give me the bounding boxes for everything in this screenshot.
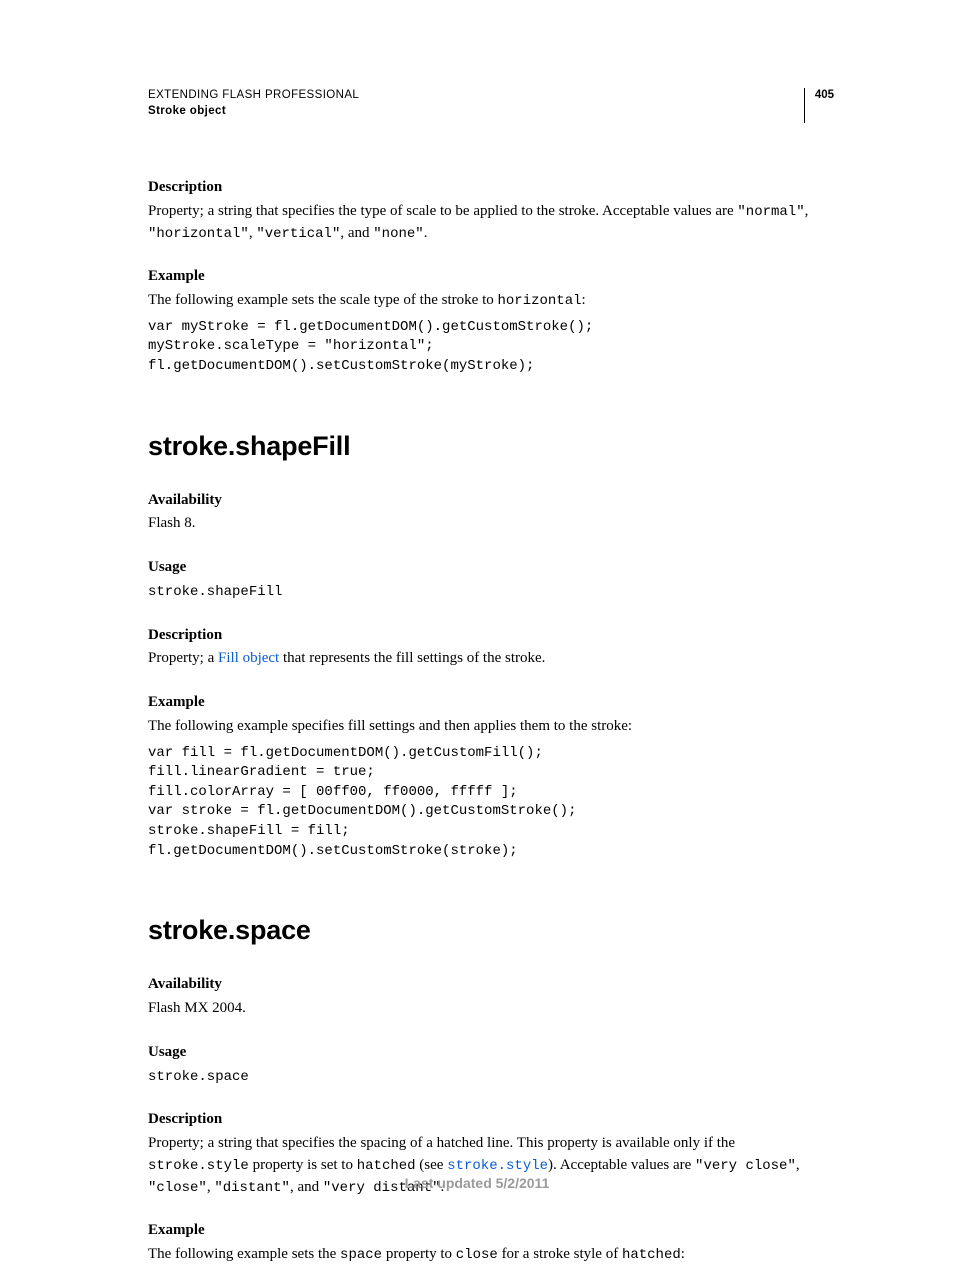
- code-inline: space: [340, 1247, 382, 1263]
- code-inline: hatched: [622, 1247, 681, 1263]
- footer-last-updated: Last updated 5/2/2011: [0, 1175, 954, 1191]
- content: Description Property; a string that spec…: [148, 177, 834, 1266]
- text: (see: [416, 1157, 448, 1173]
- text: The following example sets the scale typ…: [148, 292, 497, 308]
- code-inline: stroke.style: [148, 1158, 249, 1174]
- text: Property; a: [148, 650, 218, 666]
- value-horizontal: "horizontal": [148, 226, 249, 242]
- page-number: 405: [804, 88, 834, 123]
- page: EXTENDING FLASH PROFESSIONAL Stroke obje…: [0, 0, 954, 1235]
- example-heading: Example: [148, 692, 834, 714]
- usage-heading: Usage: [148, 557, 834, 579]
- availability-text: Flash 8.: [148, 513, 834, 535]
- availability-heading: Availability: [148, 490, 834, 512]
- text: Property; a string that specifies the sp…: [148, 1135, 735, 1151]
- code-inline: hatched: [357, 1158, 416, 1174]
- link-fill-object[interactable]: Fill object: [218, 650, 279, 666]
- text: ,: [805, 203, 809, 219]
- example-heading: Example: [148, 266, 834, 288]
- usage-heading: Usage: [148, 1042, 834, 1064]
- description-heading: Description: [148, 177, 834, 199]
- value-normal: "normal": [737, 204, 804, 220]
- text: :: [681, 1246, 685, 1262]
- value-none: "none": [373, 226, 423, 242]
- usage-code: stroke.shapeFill: [148, 584, 282, 600]
- text: , and: [340, 225, 373, 241]
- availability-heading: Availability: [148, 974, 834, 996]
- text: property to: [382, 1246, 456, 1262]
- text: Property; a string that specifies the ty…: [148, 203, 737, 219]
- text: that represents the fill settings of the…: [279, 650, 545, 666]
- header-right: 405: [804, 88, 834, 123]
- example-heading: Example: [148, 1220, 834, 1242]
- value-very-close: "very close": [695, 1158, 796, 1174]
- example-paragraph: The following example sets the space pro…: [148, 1244, 834, 1266]
- heading-shapefill: stroke.shapeFill: [148, 427, 834, 466]
- page-header: EXTENDING FLASH PROFESSIONAL Stroke obje…: [148, 88, 834, 123]
- text: :: [582, 292, 586, 308]
- text: .: [424, 225, 428, 241]
- usage-code: stroke.space: [148, 1069, 249, 1085]
- description-paragraph: Property; a Fill object that represents …: [148, 648, 834, 670]
- description-heading: Description: [148, 1109, 834, 1131]
- description-paragraph: Property; a string that specifies the ty…: [148, 201, 834, 245]
- example-paragraph: The following example specifies fill set…: [148, 716, 834, 738]
- header-left: EXTENDING FLASH PROFESSIONAL Stroke obje…: [148, 88, 359, 119]
- code-block: var myStroke = fl.getDocumentDOM().getCu…: [148, 318, 834, 377]
- availability-text: Flash MX 2004.: [148, 998, 834, 1020]
- example-paragraph: The following example sets the scale typ…: [148, 290, 834, 312]
- text: ,: [796, 1157, 800, 1173]
- value-vertical: "vertical": [256, 226, 340, 242]
- text: for a stroke style of: [498, 1246, 622, 1262]
- text: property is set to: [249, 1157, 357, 1173]
- doc-title: EXTENDING FLASH PROFESSIONAL: [148, 88, 359, 104]
- doc-section: Stroke object: [148, 104, 359, 120]
- link-stroke-style[interactable]: stroke.style: [447, 1158, 548, 1174]
- code-inline: close: [456, 1247, 498, 1263]
- code-block: var fill = fl.getDocumentDOM().getCustom…: [148, 744, 834, 862]
- description-heading: Description: [148, 625, 834, 647]
- text: ). Acceptable values are: [548, 1157, 695, 1173]
- code-inline: horizontal: [497, 293, 581, 309]
- text: The following example sets the: [148, 1246, 340, 1262]
- heading-space: stroke.space: [148, 911, 834, 950]
